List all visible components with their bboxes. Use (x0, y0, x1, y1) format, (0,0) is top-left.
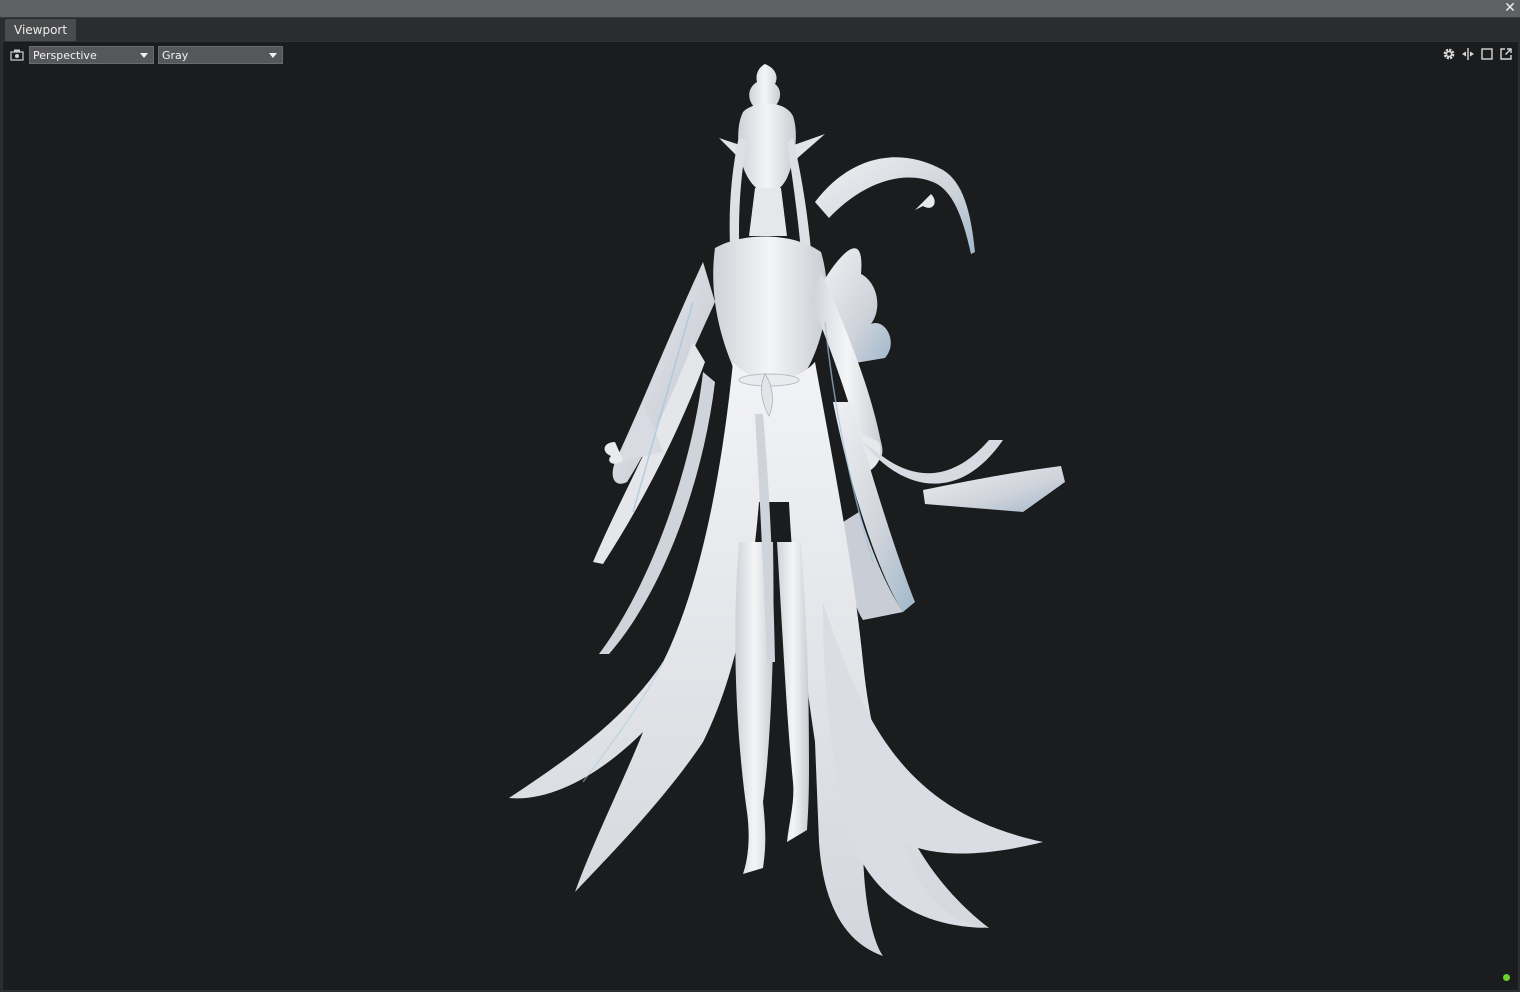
viewport-panel[interactable]: Perspective Gray (2, 41, 1519, 991)
tab-bar: Viewport (0, 18, 1520, 41)
character-model[interactable] (3, 42, 1518, 990)
window-titlebar: ✕ (0, 0, 1520, 18)
close-button[interactable]: ✕ (1503, 0, 1517, 17)
status-indicator (1503, 974, 1510, 981)
figure-silhouette (509, 64, 1065, 956)
tab-viewport[interactable]: Viewport (5, 19, 77, 41)
